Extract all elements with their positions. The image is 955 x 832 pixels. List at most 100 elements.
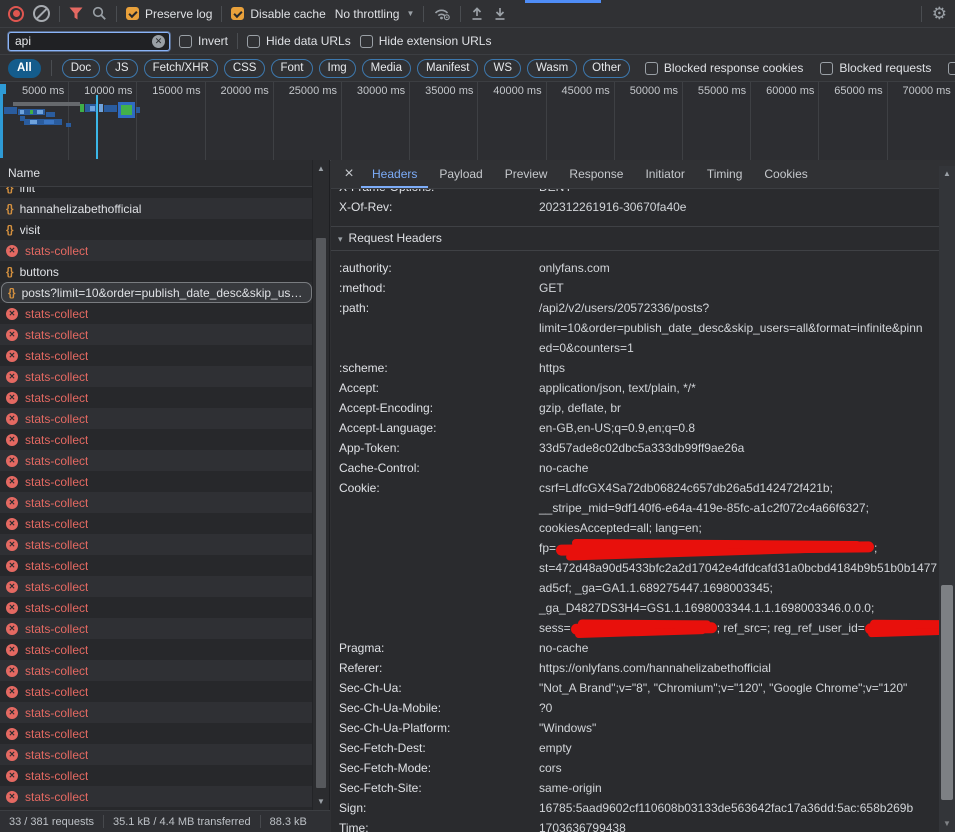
request-row[interactable]: ✕stats-collect: [0, 534, 313, 555]
request-row[interactable]: ✕stats-collect: [0, 744, 313, 765]
filter-chip-doc[interactable]: Doc: [62, 59, 100, 78]
filter-chip-ws[interactable]: WS: [484, 59, 521, 78]
request-row[interactable]: ✕stats-collect: [0, 681, 313, 702]
request-row[interactable]: ✕stats-collect: [0, 450, 313, 471]
scroll-down-icon[interactable]: ▼: [313, 797, 329, 806]
filter-chip-other[interactable]: Other: [583, 59, 630, 78]
timeline-tick-label: 40000 ms: [476, 85, 542, 97]
network-overview-timeline[interactable]: 5000 ms10000 ms15000 ms20000 ms25000 ms3…: [0, 82, 955, 161]
tab-initiator[interactable]: Initiator: [634, 160, 695, 188]
invert-checkbox[interactable]: Invert: [179, 34, 228, 48]
network-conditions-button[interactable]: [433, 6, 451, 21]
request-row[interactable]: {}init: [0, 187, 313, 198]
filter-chip-manifest[interactable]: Manifest: [417, 59, 478, 78]
filter-chip-media[interactable]: Media: [362, 59, 411, 78]
scroll-down-icon[interactable]: ▼: [939, 819, 955, 828]
request-row[interactable]: ✕stats-collect: [0, 324, 313, 345]
hide-data-urls-checkbox[interactable]: Hide data URLs: [247, 34, 351, 48]
blocked-request-icon: ✕: [6, 476, 18, 488]
request-name: buttons: [20, 265, 59, 279]
settings-gear-icon[interactable]: ⚙: [932, 5, 947, 22]
clear-network-log-button[interactable]: [33, 5, 50, 22]
blocked-request-icon: ✕: [6, 791, 18, 803]
disable-cache-checkbox[interactable]: Disable cache: [231, 7, 325, 21]
tab-headers[interactable]: Headers: [361, 160, 428, 188]
request-name: stats-collect: [25, 412, 88, 426]
tab-cookies[interactable]: Cookies: [753, 160, 818, 188]
throttling-select[interactable]: No throttling ▼: [335, 7, 415, 21]
request-row[interactable]: {}visit: [0, 219, 313, 240]
request-row[interactable]: ✕stats-collect: [0, 387, 313, 408]
close-details-button[interactable]: ×: [337, 165, 361, 183]
request-row[interactable]: ✕stats-collect: [0, 723, 313, 744]
request-row[interactable]: ✕stats-collect: [0, 345, 313, 366]
request-row[interactable]: ✕stats-collect: [0, 429, 313, 450]
scroll-up-icon[interactable]: ▲: [313, 164, 329, 173]
scrollbar-thumb[interactable]: [941, 585, 953, 800]
request-name: stats-collect: [25, 349, 88, 363]
requests-scrollbar[interactable]: ▲ ▼: [312, 160, 329, 810]
filter-chip-fetch-xhr[interactable]: Fetch/XHR: [144, 59, 218, 78]
search-button[interactable]: [92, 6, 107, 21]
tab-payload[interactable]: Payload: [428, 160, 493, 188]
divider: [221, 6, 222, 22]
header-row: X-Frame-Options: DENY: [331, 189, 939, 197]
blocked-request-icon: ✕: [6, 245, 18, 257]
filter-chip-css[interactable]: CSS: [224, 59, 266, 78]
blocked-requests-checkbox[interactable]: Blocked requests: [820, 61, 931, 75]
request-row[interactable]: ✕stats-collect: [0, 702, 313, 723]
header-value-line: csrf=LdfcGX4Sa72db06824c657db26a5d142472…: [539, 478, 939, 498]
request-row[interactable]: ✕stats-collect: [0, 639, 313, 660]
hide-extension-urls-checkbox[interactable]: Hide extension URLs: [360, 34, 492, 48]
request-row[interactable]: ✕stats-collect: [0, 576, 313, 597]
request-headers-section-header[interactable]: ▾Request Headers: [331, 226, 939, 251]
request-name: stats-collect: [25, 391, 88, 405]
blocked-request-icon: ✕: [6, 371, 18, 383]
blocked-request-icon: ✕: [6, 749, 18, 761]
timeline-tick-label: 65000 ms: [817, 85, 883, 97]
clear-filter-icon[interactable]: ✕: [152, 35, 165, 48]
export-har-button[interactable]: [470, 6, 484, 21]
waterfall-bar: [90, 106, 95, 111]
request-row[interactable]: ✕stats-collect: [0, 240, 313, 261]
tab-preview[interactable]: Preview: [494, 160, 559, 188]
import-har-button[interactable]: [493, 6, 507, 21]
request-row[interactable]: ✕stats-collect: [0, 786, 313, 807]
blocked-response-cookies-checkbox[interactable]: Blocked response cookies: [645, 61, 803, 75]
request-row[interactable]: {}posts?limit=10&order=publish_date_desc…: [1, 282, 312, 303]
header-value: GET: [539, 278, 939, 298]
scroll-up-icon[interactable]: ▲: [939, 169, 955, 178]
request-row[interactable]: ✕stats-collect: [0, 555, 313, 576]
filter-input[interactable]: api ✕: [8, 32, 170, 51]
filter-chip-img[interactable]: Img: [319, 59, 356, 78]
request-row[interactable]: {}buttons: [0, 261, 313, 282]
scrollbar-thumb[interactable]: [316, 238, 326, 788]
filter-chip-all[interactable]: All: [8, 59, 41, 78]
request-row[interactable]: ✕stats-collect: [0, 597, 313, 618]
request-row[interactable]: ✕stats-collect: [0, 618, 313, 639]
filter-chip-js[interactable]: JS: [106, 59, 137, 78]
tab-response[interactable]: Response: [558, 160, 634, 188]
header-value: application/json, text/plain, */*: [539, 378, 939, 398]
header-value: 16785:5aad9602cf110608b03133de563642fac1…: [539, 798, 939, 818]
request-row[interactable]: ✕stats-collect: [0, 408, 313, 429]
record-network-log-button[interactable]: [8, 6, 24, 22]
3rd-party-requests-checkbox[interactable]: 3rd-party requests: [948, 61, 955, 75]
filter-chip-font[interactable]: Font: [271, 59, 312, 78]
request-row[interactable]: ✕stats-collect: [0, 303, 313, 324]
request-row[interactable]: ✕stats-collect: [0, 471, 313, 492]
request-row[interactable]: ✕stats-collect: [0, 366, 313, 387]
request-row[interactable]: ✕stats-collect: [0, 513, 313, 534]
name-column-header[interactable]: Name: [0, 160, 329, 187]
details-scrollbar[interactable]: ▲ ▼: [939, 166, 955, 832]
header-name: App-Token:: [339, 438, 539, 458]
request-row[interactable]: ✕stats-collect: [0, 492, 313, 513]
filter-toggle-button[interactable]: [69, 7, 83, 20]
request-row[interactable]: {}hannahelizabethofficial: [0, 198, 313, 219]
request-row[interactable]: ✕stats-collect: [0, 660, 313, 681]
tab-timing[interactable]: Timing: [696, 160, 754, 188]
request-row[interactable]: ✕stats-collect: [0, 765, 313, 786]
filter-chip-wasm[interactable]: Wasm: [527, 59, 577, 78]
preserve-log-checkbox[interactable]: Preserve log: [126, 7, 212, 21]
header-name: Sec-Fetch-Mode:: [339, 758, 539, 778]
